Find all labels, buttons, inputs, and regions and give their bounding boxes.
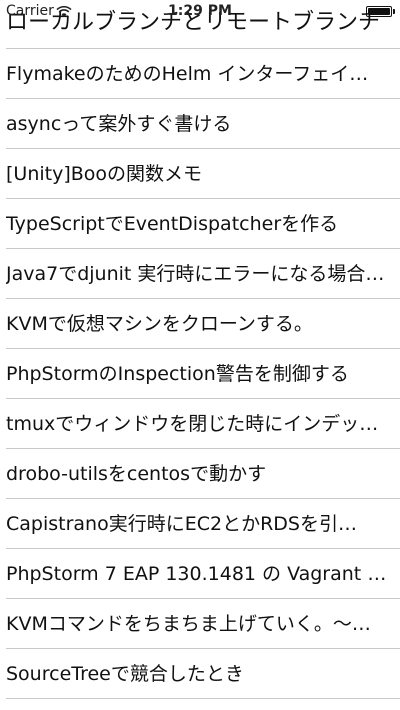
article-title: [Unity]Booの関数メモ bbox=[6, 163, 203, 185]
article-row[interactable]: Capistrano実行時にEC2とかRDSを引… bbox=[0, 499, 400, 549]
article-row[interactable]: [Unity]Booの関数メモ bbox=[0, 149, 400, 199]
article-title: KVMコマンドをちまちま上げていく。～… bbox=[6, 613, 371, 635]
article-row[interactable]: TypeScriptでEventDispatcherを作る bbox=[0, 199, 400, 249]
article-row[interactable]: SourceTreeで競合したとき bbox=[0, 649, 400, 699]
article-title: FlymakeのためのHelm インターフェイ… bbox=[6, 63, 369, 85]
article-title: SourceTreeで競合したとき bbox=[6, 663, 244, 685]
article-title: KVMで仮想マシンをクローンする。 bbox=[6, 313, 313, 335]
article-row[interactable]: KVMコマンドをちまちま上げていく。～… bbox=[0, 599, 400, 649]
article-row[interactable]: tmuxでウィンドウを閉じた時にインデッ… bbox=[0, 399, 400, 449]
article-row[interactable]: PhpStorm 7 EAP 130.1481 の Vagrant 対… bbox=[0, 549, 400, 599]
article-row[interactable]: PhpStormのInspection警告を制御する bbox=[0, 349, 400, 399]
article-row[interactable]: drobo-utilsをcentosで動かす bbox=[0, 449, 400, 499]
article-title: PhpStormのInspection警告を制御する bbox=[6, 363, 349, 385]
article-row[interactable]: ローカルブランチとリモートブランチ bbox=[0, 0, 400, 49]
article-list: ローカルブランチとリモートブランチ FlymakeのためのHelm インターフェイ… bbox=[0, 0, 400, 699]
article-row[interactable]: KVMで仮想マシンをクローンする。 bbox=[0, 299, 400, 349]
article-title: Capistrano実行時にEC2とかRDSを引… bbox=[6, 513, 357, 535]
article-title: ローカルブランチとリモートブランチ bbox=[6, 10, 381, 35]
article-title: tmuxでウィンドウを閉じた時にインデッ… bbox=[6, 413, 379, 435]
article-title: Java7でdjunit 実行時にエラーになる場合… bbox=[6, 263, 385, 285]
article-title: PhpStorm 7 EAP 130.1481 の Vagrant 対… bbox=[6, 563, 394, 585]
article-title: TypeScriptでEventDispatcherを作る bbox=[6, 213, 339, 235]
article-title: asyncって案外すぐ書ける bbox=[6, 113, 232, 135]
article-row[interactable]: Java7でdjunit 実行時にエラーになる場合… bbox=[0, 249, 400, 299]
article-title: drobo-utilsをcentosで動かす bbox=[6, 463, 267, 485]
article-row[interactable]: FlymakeのためのHelm インターフェイ… bbox=[0, 49, 400, 99]
article-row[interactable]: asyncって案外すぐ書ける bbox=[0, 99, 400, 149]
